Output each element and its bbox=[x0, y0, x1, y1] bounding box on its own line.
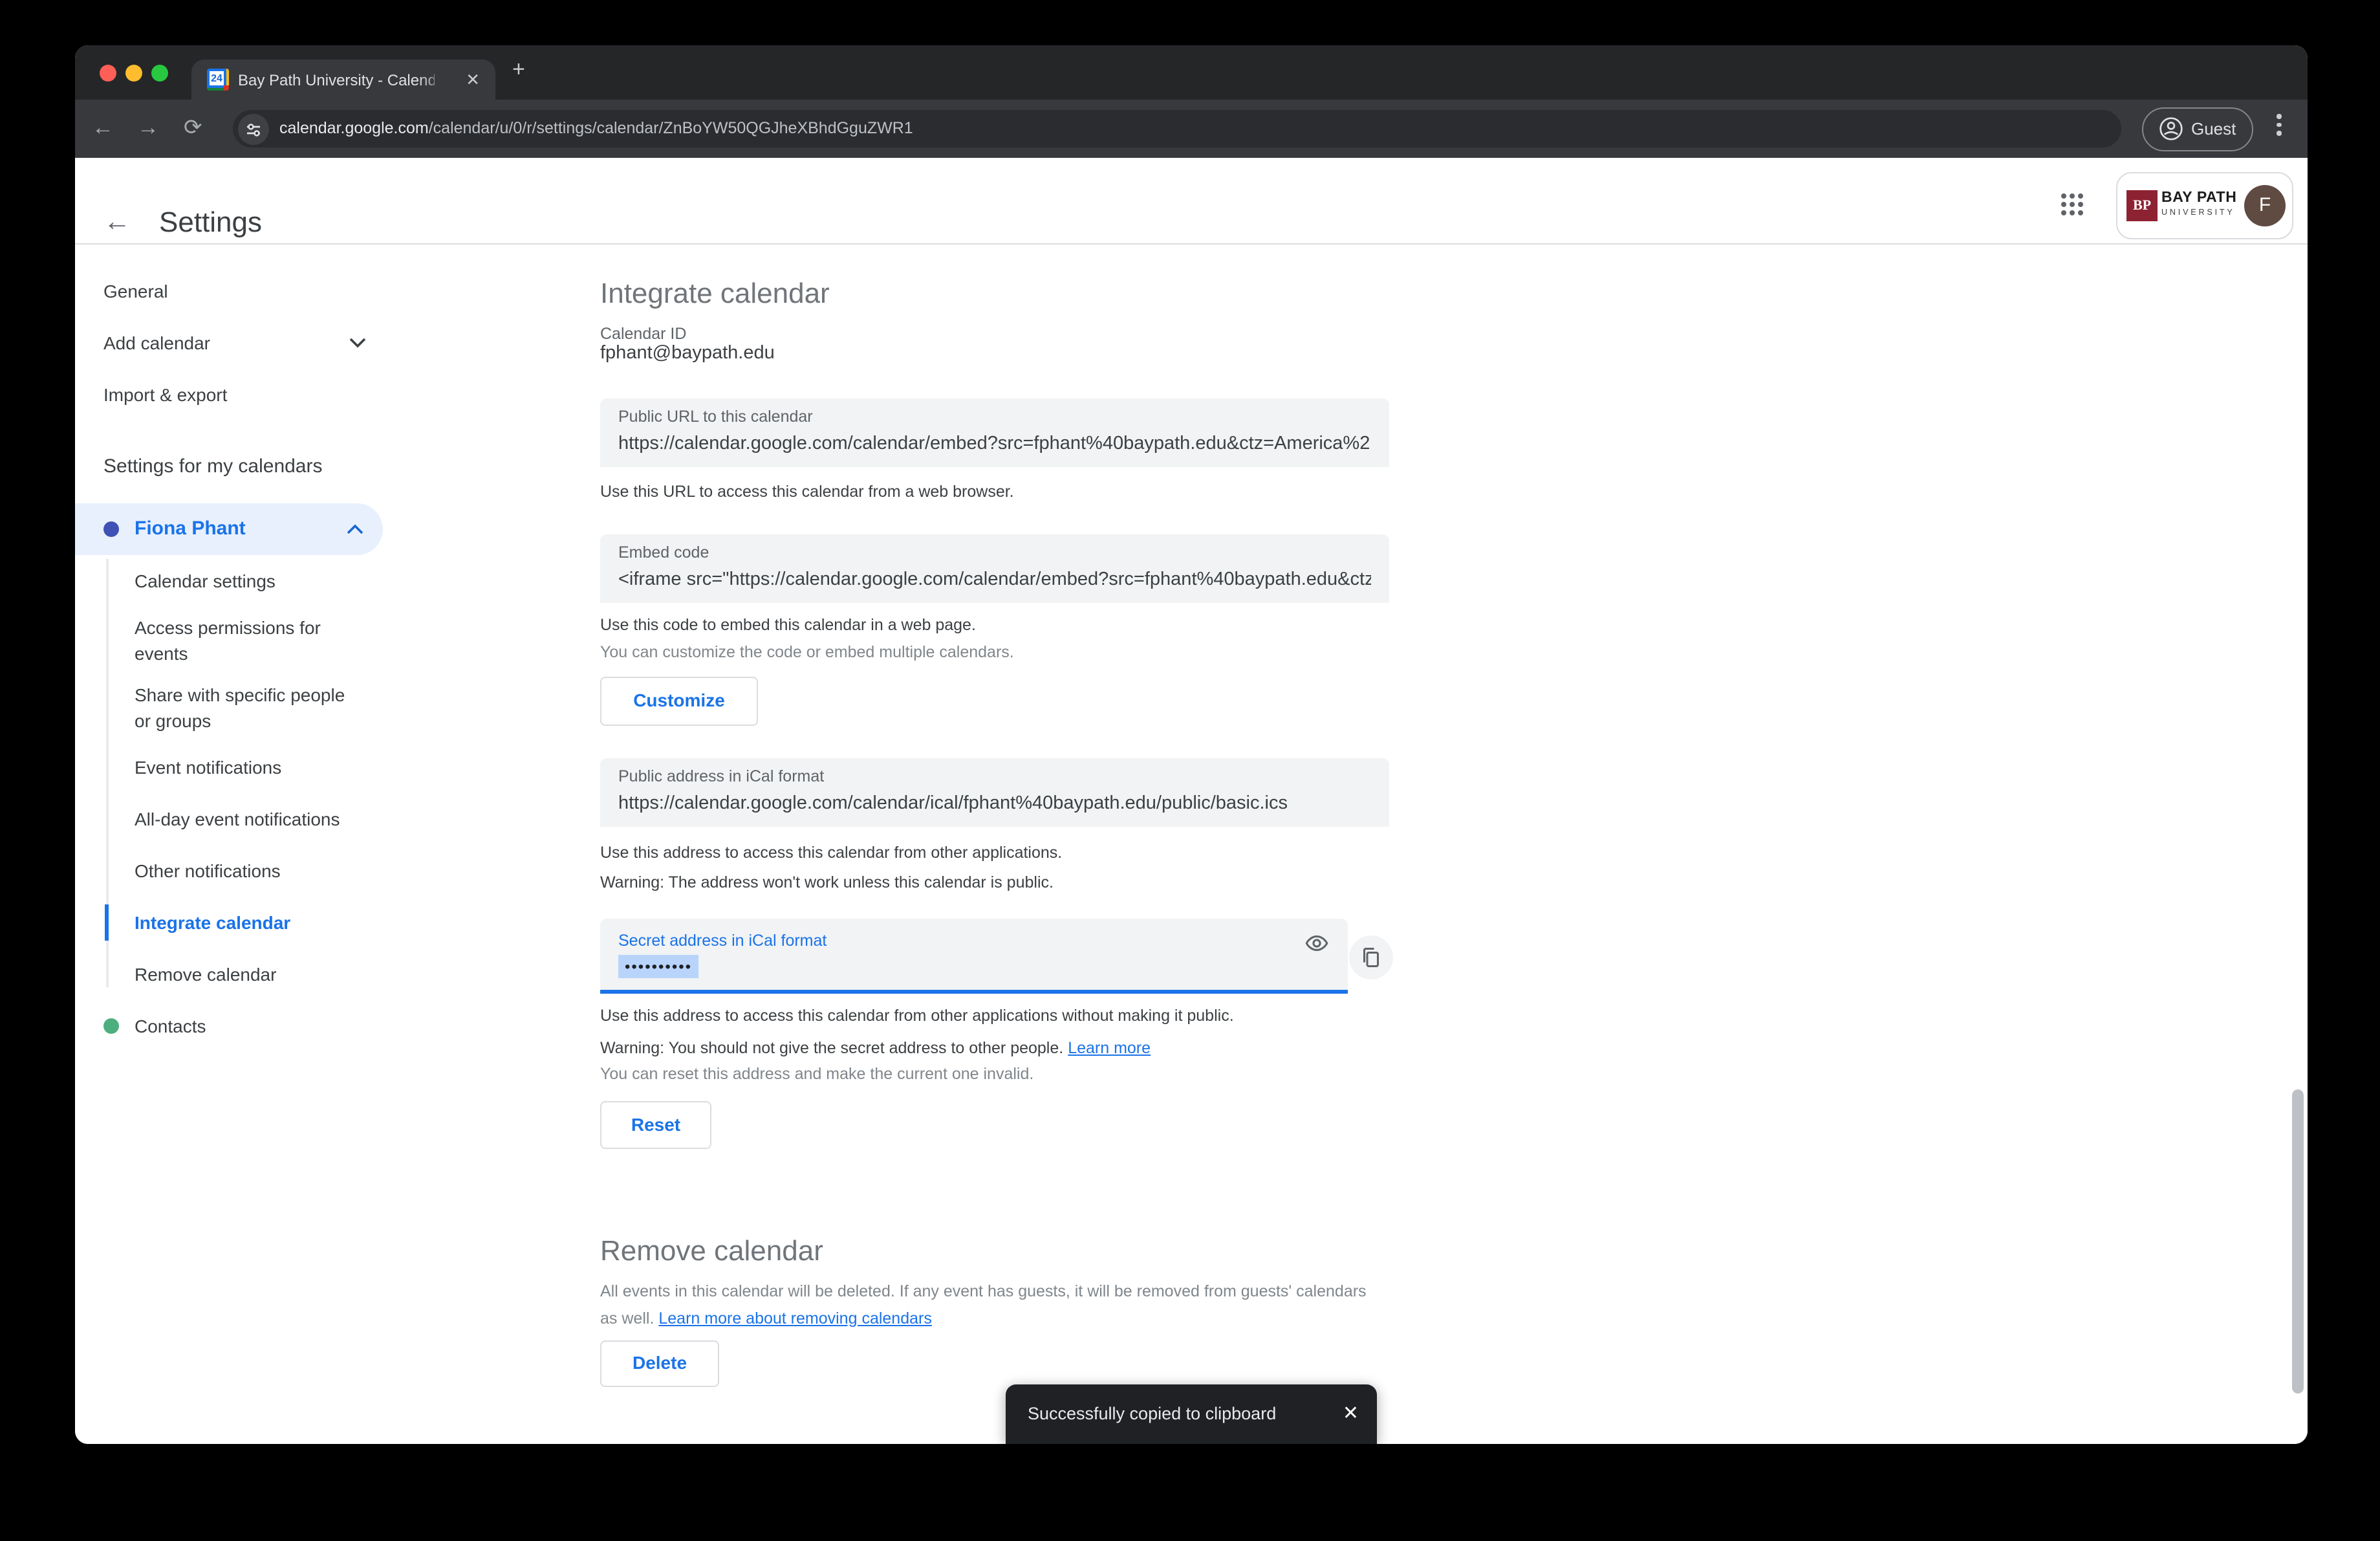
calendar-id-label: Calendar ID bbox=[600, 325, 686, 344]
learn-more-link[interactable]: Learn more bbox=[1068, 1039, 1151, 1057]
sidebar-item-access-permissions[interactable]: Access permissions for events bbox=[135, 615, 362, 666]
google-apps-grid-icon[interactable] bbox=[2061, 193, 2084, 216]
avatar[interactable]: F bbox=[2244, 185, 2286, 226]
secret-address-value: •••••••••• bbox=[618, 955, 698, 978]
settings-page: ← Settings BP BAY PATH UNIVERSITY F bbox=[75, 158, 2308, 1444]
public-url-caption: Use this URL to access this calendar fro… bbox=[600, 481, 1014, 502]
ical-public-field[interactable]: Public address in iCal format https://ca… bbox=[600, 758, 1389, 827]
browser-menu-icon[interactable] bbox=[2277, 110, 2282, 139]
ical-public-label: Public address in iCal format bbox=[618, 767, 824, 787]
embed-caption-1: Use this code to embed this calendar in … bbox=[600, 615, 976, 635]
public-url-value: https://calendar.google.com/calendar/emb… bbox=[618, 433, 1371, 455]
calendar-color-dot bbox=[103, 521, 119, 537]
screenshot-stage: 24 Bay Path University - Calenda ✕ + ← →… bbox=[0, 0, 2380, 1541]
sidebar-item-calendar-settings[interactable]: Calendar settings bbox=[135, 568, 362, 594]
toast-message: Successfully copied to clipboard bbox=[1006, 1404, 1276, 1423]
sidebar-item-integrate-calendar[interactable]: Integrate calendar bbox=[135, 910, 362, 935]
zoom-window-button[interactable] bbox=[151, 65, 168, 82]
embed-code-value: <iframe src="https://calendar.google.com… bbox=[618, 569, 1371, 591]
back-arrow-icon[interactable]: ← bbox=[103, 204, 131, 241]
tab-strip: 24 Bay Path University - Calenda ✕ + bbox=[75, 45, 2308, 100]
embed-caption-2: You can customize the code or embed mult… bbox=[600, 642, 1014, 662]
brand-line2: UNIVERSITY bbox=[2161, 207, 2244, 219]
embed-code-label: Embed code bbox=[618, 543, 709, 563]
page-scrollbar[interactable] bbox=[2292, 1089, 2304, 1393]
remove-body: All events in this calendar will be dele… bbox=[600, 1278, 1376, 1331]
calendar-id-value: fphant@baypath.edu bbox=[600, 343, 775, 365]
address-bar[interactable]: calendar.google.com/calendar/u/0/r/setti… bbox=[233, 110, 2121, 148]
chevron-up-icon[interactable] bbox=[347, 524, 363, 534]
minimize-window-button[interactable] bbox=[125, 65, 142, 82]
site-settings-icon[interactable] bbox=[238, 113, 269, 144]
tab-title: Bay Path University - Calenda bbox=[238, 71, 435, 89]
chevron-down-icon[interactable] bbox=[349, 338, 366, 348]
sidebar-item-remove-calendar[interactable]: Remove calendar bbox=[135, 961, 362, 987]
customize-button[interactable]: Customize bbox=[600, 677, 758, 726]
close-tab-icon[interactable]: ✕ bbox=[466, 71, 480, 88]
brand-line1: BAY PATH bbox=[2161, 190, 2244, 207]
forward-icon[interactable]: → bbox=[137, 115, 159, 141]
sidebar-item-share-with-people[interactable]: Share with specific people or groups bbox=[135, 682, 362, 734]
google-calendar-favicon-icon: 24 bbox=[207, 69, 229, 91]
integrate-heading: Integrate calendar bbox=[600, 277, 830, 311]
show-secret-eye-icon[interactable] bbox=[1305, 932, 1328, 955]
sidebar-section-title: Settings for my calendars bbox=[103, 454, 323, 480]
secret-caption-3: You can reset this address and make the … bbox=[600, 1064, 1033, 1084]
close-window-button[interactable] bbox=[100, 65, 116, 82]
sidebar-item-general[interactable]: General bbox=[103, 278, 168, 304]
organization-badge: BP BAY PATH UNIVERSITY F bbox=[2116, 172, 2293, 239]
sidebar-item-import-export[interactable]: Import & export bbox=[103, 382, 227, 408]
sidebar-item-other-notifications[interactable]: Other notifications bbox=[135, 858, 362, 884]
secret-address-label: Secret address in iCal format bbox=[618, 932, 827, 951]
browser-window: 24 Bay Path University - Calenda ✕ + ← →… bbox=[75, 45, 2308, 1444]
ical-public-caption: Use this address to access this calendar… bbox=[600, 842, 1062, 863]
sidebar-calendar-fiona-phant[interactable]: Fiona Phant bbox=[75, 503, 383, 555]
sidebar-item-contacts[interactable]: Contacts bbox=[135, 1013, 206, 1039]
copy-secret-button[interactable] bbox=[1349, 935, 1393, 979]
secret-warning: Warning: You should not give the secret … bbox=[600, 1038, 1151, 1058]
guest-profile-button[interactable]: Guest bbox=[2142, 107, 2253, 151]
secret-address-field[interactable]: Secret address in iCal format •••••••••• bbox=[600, 919, 1348, 994]
browser-tab[interactable]: 24 Bay Path University - Calenda ✕ bbox=[191, 60, 495, 100]
active-item-indicator bbox=[105, 904, 109, 941]
toast-notification: Successfully copied to clipboard ✕ bbox=[1006, 1384, 1377, 1444]
sidebar-item-add-calendar[interactable]: Add calendar bbox=[103, 330, 210, 356]
toast-close-icon[interactable]: ✕ bbox=[1343, 1384, 1359, 1444]
removing-calendars-link[interactable]: Learn more about removing calendars bbox=[658, 1309, 931, 1327]
header-divider bbox=[75, 243, 2308, 245]
reload-icon[interactable]: ⟳ bbox=[184, 115, 202, 141]
sidebar-item-event-notifications[interactable]: Event notifications bbox=[135, 754, 362, 780]
public-url-field[interactable]: Public URL to this calendar https://cale… bbox=[600, 399, 1389, 467]
url-text[interactable]: calendar.google.com/calendar/u/0/r/setti… bbox=[279, 110, 913, 148]
url-domain: calendar.google.com bbox=[279, 119, 429, 137]
back-icon[interactable]: ← bbox=[92, 115, 114, 141]
browser-toolbar: ← → ⟳ calendar.google.com/calendar/u/0/r… bbox=[75, 100, 2308, 158]
contacts-color-dot bbox=[103, 1018, 119, 1034]
url-path: /calendar/u/0/r/settings/calendar/ZnBoYW… bbox=[429, 119, 913, 137]
page-title: Settings bbox=[159, 206, 262, 239]
ical-public-warning: Warning: The address won't work unless t… bbox=[600, 872, 1054, 893]
sidebar-item-all-day-notifications[interactable]: All-day event notifications bbox=[135, 806, 362, 832]
calendar-name: Fiona Phant bbox=[135, 512, 246, 546]
new-tab-icon[interactable]: + bbox=[512, 61, 525, 78]
delete-button[interactable]: Delete bbox=[600, 1340, 719, 1387]
tab-title-fade bbox=[418, 60, 451, 100]
baypath-logo-icon: BP bbox=[2126, 190, 2158, 221]
ical-public-value: https://calendar.google.com/calendar/ica… bbox=[618, 793, 1371, 815]
baypath-logo-text: BAY PATH UNIVERSITY bbox=[2161, 190, 2244, 219]
person-icon bbox=[2159, 116, 2183, 141]
remove-heading: Remove calendar bbox=[600, 1234, 823, 1268]
secret-caption-1: Use this address to access this calendar… bbox=[600, 1005, 1234, 1026]
public-url-label: Public URL to this calendar bbox=[618, 408, 813, 427]
reset-button[interactable]: Reset bbox=[600, 1101, 711, 1149]
guest-label: Guest bbox=[2191, 109, 2236, 150]
embed-code-field[interactable]: Embed code <iframe src="https://calendar… bbox=[600, 534, 1389, 603]
